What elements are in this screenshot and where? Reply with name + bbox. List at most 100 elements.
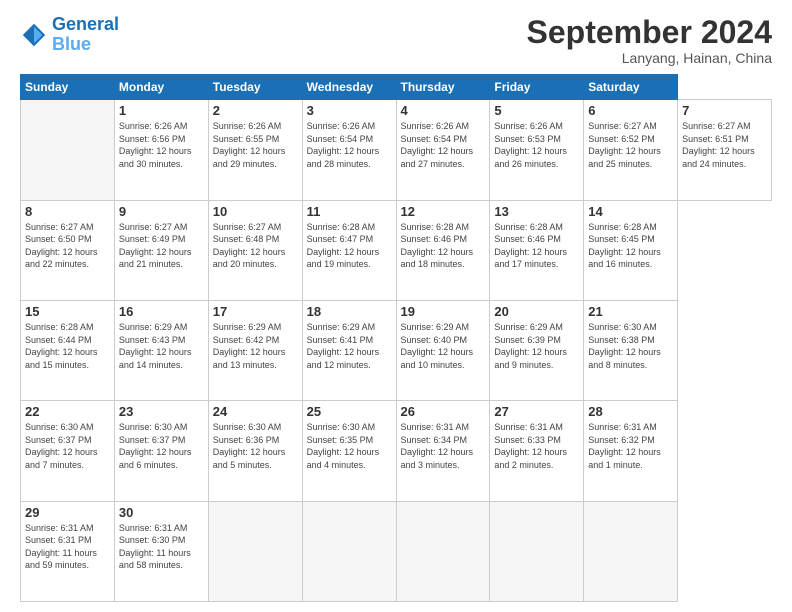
calendar-cell: 3Sunrise: 6:26 AMSunset: 6:54 PMDaylight… bbox=[302, 100, 396, 200]
day-info: Sunrise: 6:27 AMSunset: 6:50 PMDaylight:… bbox=[25, 221, 110, 271]
calendar-cell: 20 Sunrise: 6:29 AMSunset: 6:39 PMDayligh… bbox=[490, 300, 584, 400]
month-title: September 2024 bbox=[527, 15, 772, 50]
day-number: 2 bbox=[213, 103, 298, 118]
calendar-cell: 27 Sunrise: 6:31 AMSunset: 6:33 PMDayligh… bbox=[490, 401, 584, 501]
calendar-cell: 14 Sunrise: 6:28 AMSunset: 6:45 PMDayligh… bbox=[584, 200, 678, 300]
calendar-cell: 15 Sunrise: 6:28 AMSunset: 6:44 PMDayligh… bbox=[21, 300, 115, 400]
day-info: Sunrise: 6:30 AMSunset: 6:37 PMDaylight:… bbox=[119, 421, 204, 471]
calendar-cell bbox=[302, 501, 396, 601]
day-number: 23 bbox=[119, 404, 204, 419]
title-block: September 2024 Lanyang, Hainan, China bbox=[527, 15, 772, 66]
calendar-cell: 1 Sunrise: 6:26 AMSunset: 6:56 PMDaylight… bbox=[114, 100, 208, 200]
day-info: Sunrise: 6:26 AMSunset: 6:53 PMDaylight:… bbox=[494, 120, 579, 170]
calendar-cell: 10Sunrise: 6:27 AMSunset: 6:48 PMDayligh… bbox=[208, 200, 302, 300]
day-number: 29 bbox=[25, 505, 110, 520]
day-info: Sunrise: 6:31 AMSunset: 6:30 PMDaylight:… bbox=[119, 522, 204, 572]
day-number: 1 bbox=[119, 103, 204, 118]
calendar-cell: 22 Sunrise: 6:30 AMSunset: 6:37 PMDayligh… bbox=[21, 401, 115, 501]
day-info: Sunrise: 6:26 AMSunset: 6:56 PMDaylight:… bbox=[119, 120, 204, 170]
logo: General Blue bbox=[20, 15, 119, 55]
calendar-cell: 9 Sunrise: 6:27 AMSunset: 6:49 PMDaylight… bbox=[114, 200, 208, 300]
day-info: Sunrise: 6:30 AMSunset: 6:35 PMDaylight:… bbox=[307, 421, 392, 471]
calendar-cell bbox=[208, 501, 302, 601]
calendar-table: Sunday Monday Tuesday Wednesday Thursday… bbox=[20, 74, 772, 602]
calendar-cell: 12Sunrise: 6:28 AMSunset: 6:46 PMDayligh… bbox=[396, 200, 490, 300]
day-number: 27 bbox=[494, 404, 579, 419]
calendar-cell: 23 Sunrise: 6:30 AMSunset: 6:37 PMDayligh… bbox=[114, 401, 208, 501]
calendar-cell bbox=[21, 100, 115, 200]
day-number: 8 bbox=[25, 204, 110, 219]
day-number: 20 bbox=[494, 304, 579, 319]
day-number: 30 bbox=[119, 505, 204, 520]
calendar-cell: 19 Sunrise: 6:29 AMSunset: 6:40 PMDayligh… bbox=[396, 300, 490, 400]
day-number: 17 bbox=[213, 304, 298, 319]
calendar-cell: 6 Sunrise: 6:27 AMSunset: 6:52 PMDaylight… bbox=[584, 100, 678, 200]
day-info: Sunrise: 6:31 AMSunset: 6:32 PMDaylight:… bbox=[588, 421, 673, 471]
day-info: Sunrise: 6:28 AMSunset: 6:46 PMDaylight:… bbox=[401, 221, 486, 271]
week-row-4: 22 Sunrise: 6:30 AMSunset: 6:37 PMDayligh… bbox=[21, 401, 772, 501]
col-sunday: Sunday bbox=[21, 75, 115, 100]
day-info: Sunrise: 6:28 AMSunset: 6:47 PMDaylight:… bbox=[307, 221, 392, 271]
day-info: Sunrise: 6:31 AMSunset: 6:34 PMDaylight:… bbox=[401, 421, 486, 471]
day-info: Sunrise: 6:27 AMSunset: 6:52 PMDaylight:… bbox=[588, 120, 673, 170]
calendar-cell: 4 Sunrise: 6:26 AMSunset: 6:54 PMDaylight… bbox=[396, 100, 490, 200]
col-monday: Monday bbox=[114, 75, 208, 100]
day-number: 22 bbox=[25, 404, 110, 419]
page: General Blue September 2024 Lanyang, Hai… bbox=[0, 0, 792, 612]
calendar-header-row: Sunday Monday Tuesday Wednesday Thursday… bbox=[21, 75, 772, 100]
calendar-cell: 26 Sunrise: 6:31 AMSunset: 6:34 PMDayligh… bbox=[396, 401, 490, 501]
calendar-cell: 21 Sunrise: 6:30 AMSunset: 6:38 PMDayligh… bbox=[584, 300, 678, 400]
calendar-cell: 8 Sunrise: 6:27 AMSunset: 6:50 PMDaylight… bbox=[21, 200, 115, 300]
day-info: Sunrise: 6:27 AMSunset: 6:48 PMDaylight:… bbox=[213, 221, 298, 271]
day-info: Sunrise: 6:27 AMSunset: 6:51 PMDaylight:… bbox=[682, 120, 767, 170]
day-info: Sunrise: 6:28 AMSunset: 6:44 PMDaylight:… bbox=[25, 321, 110, 371]
week-row-2: 8 Sunrise: 6:27 AMSunset: 6:50 PMDaylight… bbox=[21, 200, 772, 300]
day-number: 28 bbox=[588, 404, 673, 419]
day-number: 9 bbox=[119, 204, 204, 219]
day-number: 5 bbox=[494, 103, 579, 118]
day-info: Sunrise: 6:29 AMSunset: 6:41 PMDaylight:… bbox=[307, 321, 392, 371]
calendar-cell: 2Sunrise: 6:26 AMSunset: 6:55 PMDaylight… bbox=[208, 100, 302, 200]
col-friday: Friday bbox=[490, 75, 584, 100]
day-info: Sunrise: 6:28 AMSunset: 6:45 PMDaylight:… bbox=[588, 221, 673, 271]
calendar-cell: 11 Sunrise: 6:28 AMSunset: 6:47 PMDayligh… bbox=[302, 200, 396, 300]
day-info: Sunrise: 6:29 AMSunset: 6:40 PMDaylight:… bbox=[401, 321, 486, 371]
day-number: 16 bbox=[119, 304, 204, 319]
calendar-cell: 7Sunrise: 6:27 AMSunset: 6:51 PMDaylight… bbox=[678, 100, 772, 200]
day-info: Sunrise: 6:29 AMSunset: 6:39 PMDaylight:… bbox=[494, 321, 579, 371]
day-number: 11 bbox=[307, 204, 392, 219]
day-info: Sunrise: 6:31 AMSunset: 6:33 PMDaylight:… bbox=[494, 421, 579, 471]
calendar-cell: 24Sunrise: 6:30 AMSunset: 6:36 PMDayligh… bbox=[208, 401, 302, 501]
day-info: Sunrise: 6:26 AMSunset: 6:54 PMDaylight:… bbox=[401, 120, 486, 170]
calendar-cell: 18 Sunrise: 6:29 AMSunset: 6:41 PMDayligh… bbox=[302, 300, 396, 400]
calendar-cell: 16Sunrise: 6:29 AMSunset: 6:43 PMDayligh… bbox=[114, 300, 208, 400]
day-number: 15 bbox=[25, 304, 110, 319]
day-number: 25 bbox=[307, 404, 392, 419]
calendar-cell bbox=[490, 501, 584, 601]
day-info: Sunrise: 6:28 AMSunset: 6:46 PMDaylight:… bbox=[494, 221, 579, 271]
day-info: Sunrise: 6:29 AMSunset: 6:42 PMDaylight:… bbox=[213, 321, 298, 371]
day-number: 19 bbox=[401, 304, 486, 319]
day-number: 4 bbox=[401, 103, 486, 118]
day-number: 26 bbox=[401, 404, 486, 419]
week-row-3: 15 Sunrise: 6:28 AMSunset: 6:44 PMDayligh… bbox=[21, 300, 772, 400]
day-number: 3 bbox=[307, 103, 392, 118]
day-info: Sunrise: 6:27 AMSunset: 6:49 PMDaylight:… bbox=[119, 221, 204, 271]
day-info: Sunrise: 6:30 AMSunset: 6:38 PMDaylight:… bbox=[588, 321, 673, 371]
calendar-cell: 30 Sunrise: 6:31 AMSunset: 6:30 PMDayligh… bbox=[114, 501, 208, 601]
logo-icon bbox=[20, 21, 48, 49]
day-info: Sunrise: 6:30 AMSunset: 6:37 PMDaylight:… bbox=[25, 421, 110, 471]
calendar-cell: 29 Sunrise: 6:31 AMSunset: 6:31 PMDayligh… bbox=[21, 501, 115, 601]
col-wednesday: Wednesday bbox=[302, 75, 396, 100]
logo-text: General Blue bbox=[52, 15, 119, 55]
col-saturday: Saturday bbox=[584, 75, 678, 100]
day-info: Sunrise: 6:31 AMSunset: 6:31 PMDaylight:… bbox=[25, 522, 110, 572]
location: Lanyang, Hainan, China bbox=[527, 50, 772, 66]
day-number: 14 bbox=[588, 204, 673, 219]
day-number: 13 bbox=[494, 204, 579, 219]
day-number: 6 bbox=[588, 103, 673, 118]
week-row-5: 29 Sunrise: 6:31 AMSunset: 6:31 PMDayligh… bbox=[21, 501, 772, 601]
day-number: 18 bbox=[307, 304, 392, 319]
day-number: 21 bbox=[588, 304, 673, 319]
week-row-1: 1 Sunrise: 6:26 AMSunset: 6:56 PMDaylight… bbox=[21, 100, 772, 200]
